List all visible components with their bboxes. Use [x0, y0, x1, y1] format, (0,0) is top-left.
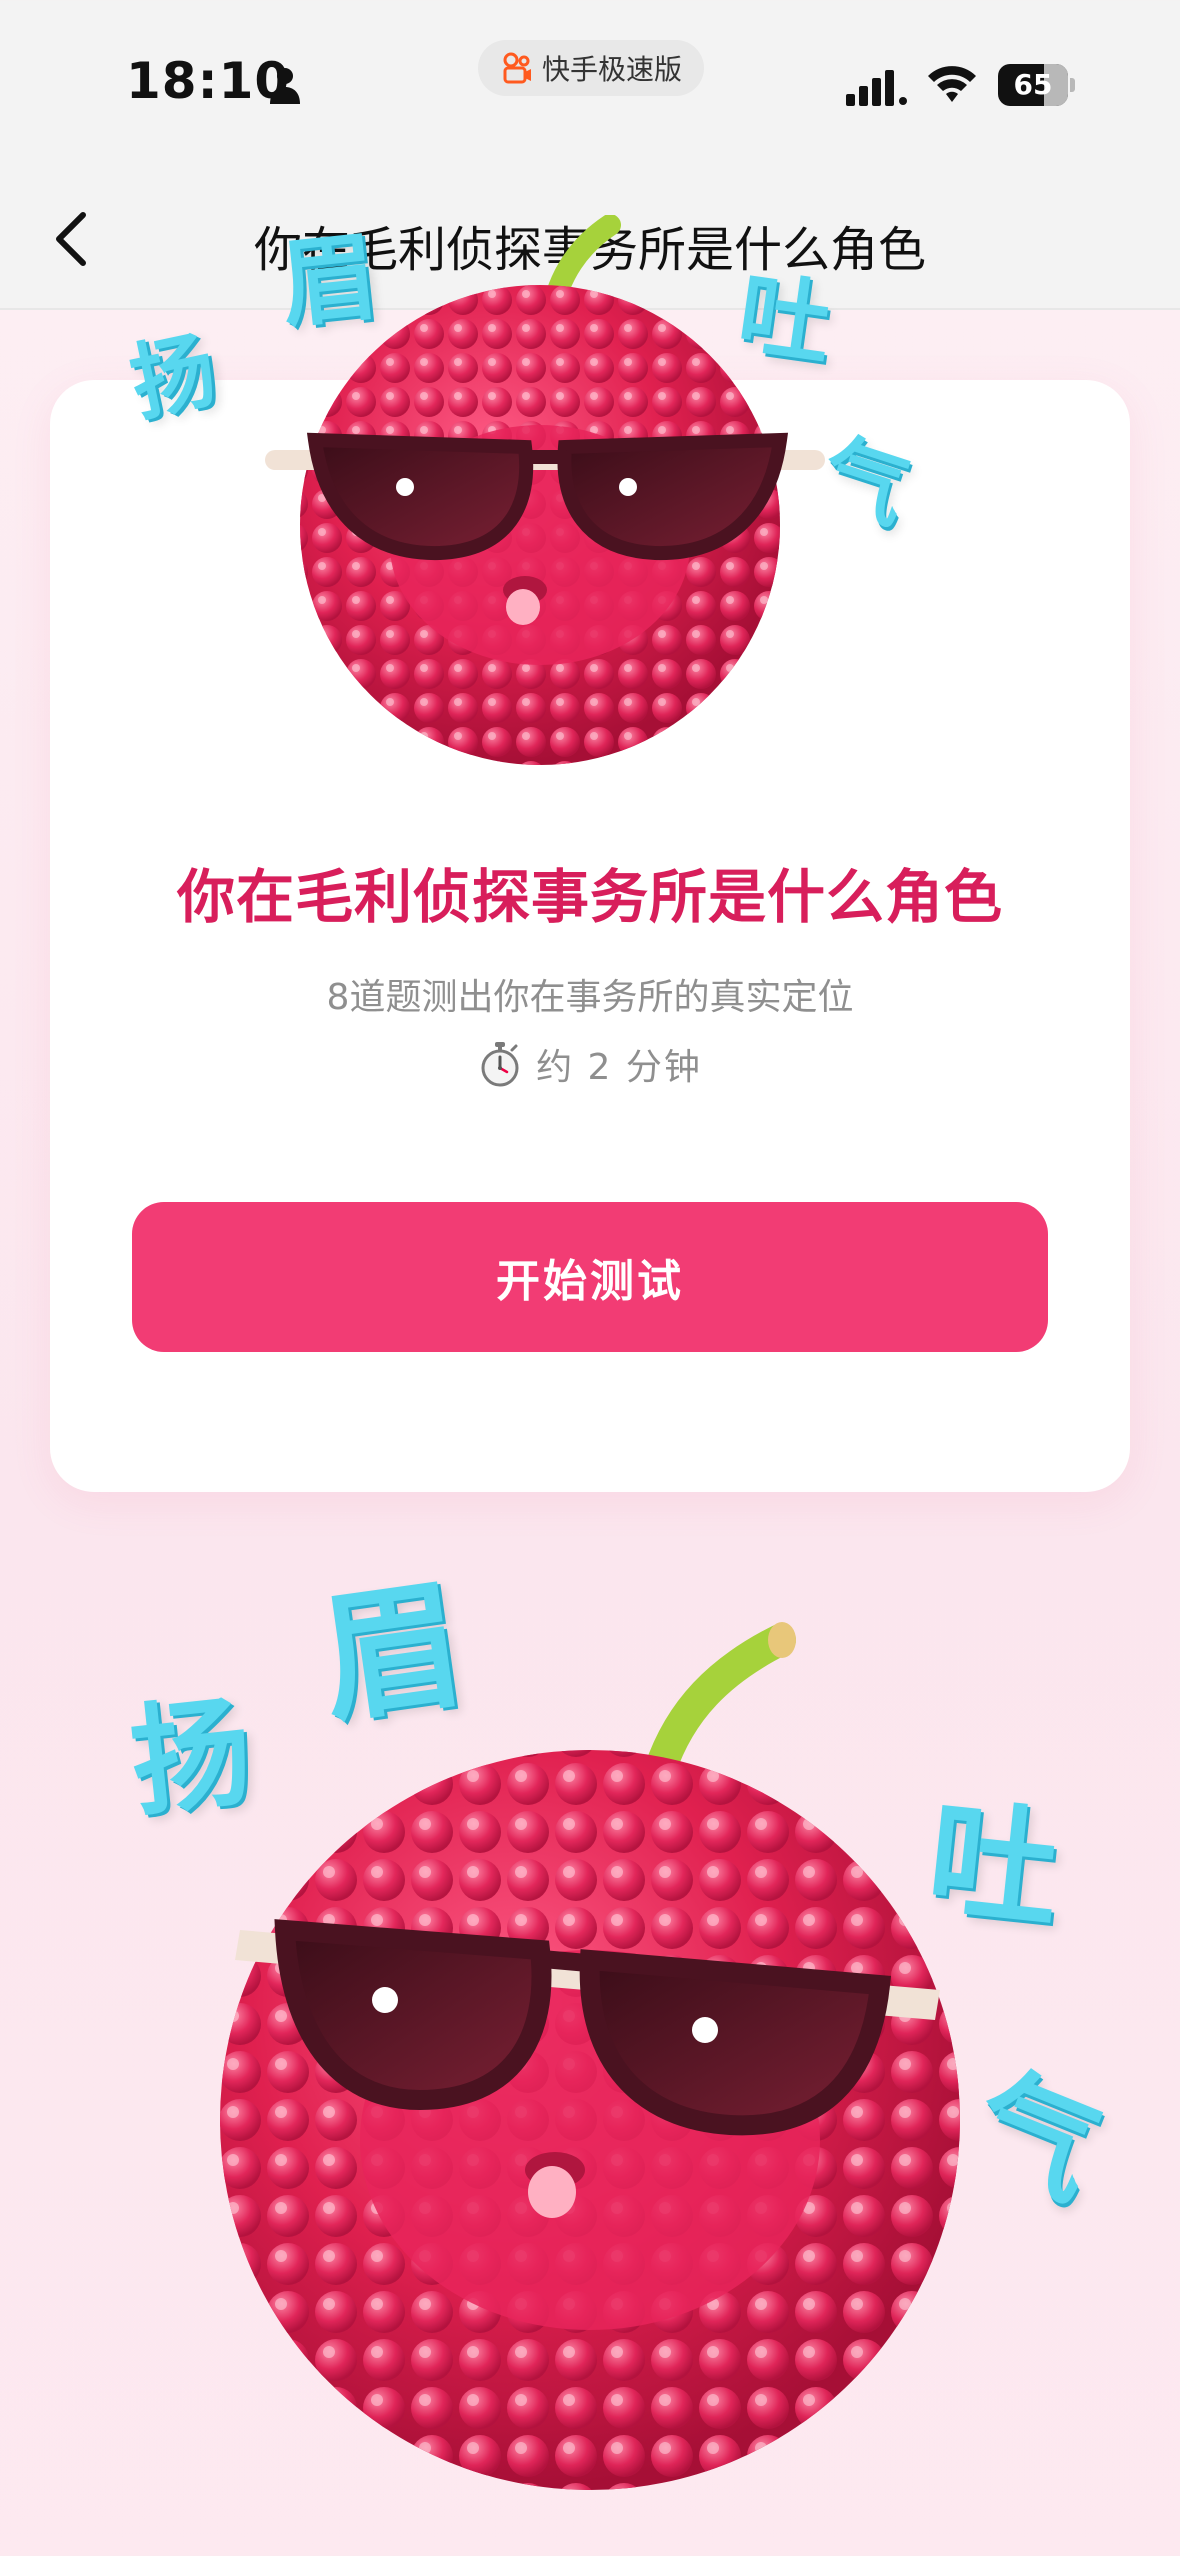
deco-char-mei-bottom: 眉 [311, 1562, 473, 1744]
duration-row: 约 2 分钟 [50, 1038, 1130, 1090]
quiz-title: 你在毛利侦探事务所是什么角色 [176, 863, 1003, 931]
battery-level: 65 [1013, 68, 1053, 101]
chevron-left-icon [56, 212, 86, 266]
duration-label: 约 2 分钟 [536, 1047, 702, 1088]
bayberry-mascot-image [220, 1622, 960, 2490]
stopwatch-icon [481, 1042, 519, 1087]
start-test-button[interactable]: 开始测试 [132, 1202, 1048, 1352]
status-bar: 18:10 快手极速版 65 [0, 0, 1180, 170]
app-badge[interactable]: 快手极速版 [478, 40, 704, 96]
app-badge-label: 快手极速版 [541, 53, 682, 86]
back-button[interactable] [36, 204, 106, 274]
nav-bar: 你在毛利侦探事务所是什么角色 [0, 170, 1180, 310]
kuaishou-logo-icon [503, 52, 531, 84]
wifi-icon [928, 66, 976, 102]
deco-char-qi-bottom: 气 [954, 2050, 1118, 2225]
mascot-illustration-bottom: 扬 眉 吐 气 [120, 1520, 1180, 2556]
quiz-subtitle: 8道题测出你在事务所的真实定位 [326, 977, 854, 1018]
person-icon [270, 68, 300, 104]
quiz-card: 你在毛利侦探事务所是什么角色 8道题测出你在事务所的真实定位 约 2 分钟 开始… [50, 380, 1130, 1492]
battery-icon: 65 [998, 64, 1075, 106]
deco-char-tu-bottom: 吐 [921, 1782, 1067, 1948]
page-title: 你在毛利侦探事务所是什么角色 [253, 222, 926, 278]
deco-char-yang-bottom: 扬 [124, 1683, 259, 1834]
cellular-signal-icon [846, 70, 907, 106]
status-time: 18:10 [126, 52, 291, 110]
